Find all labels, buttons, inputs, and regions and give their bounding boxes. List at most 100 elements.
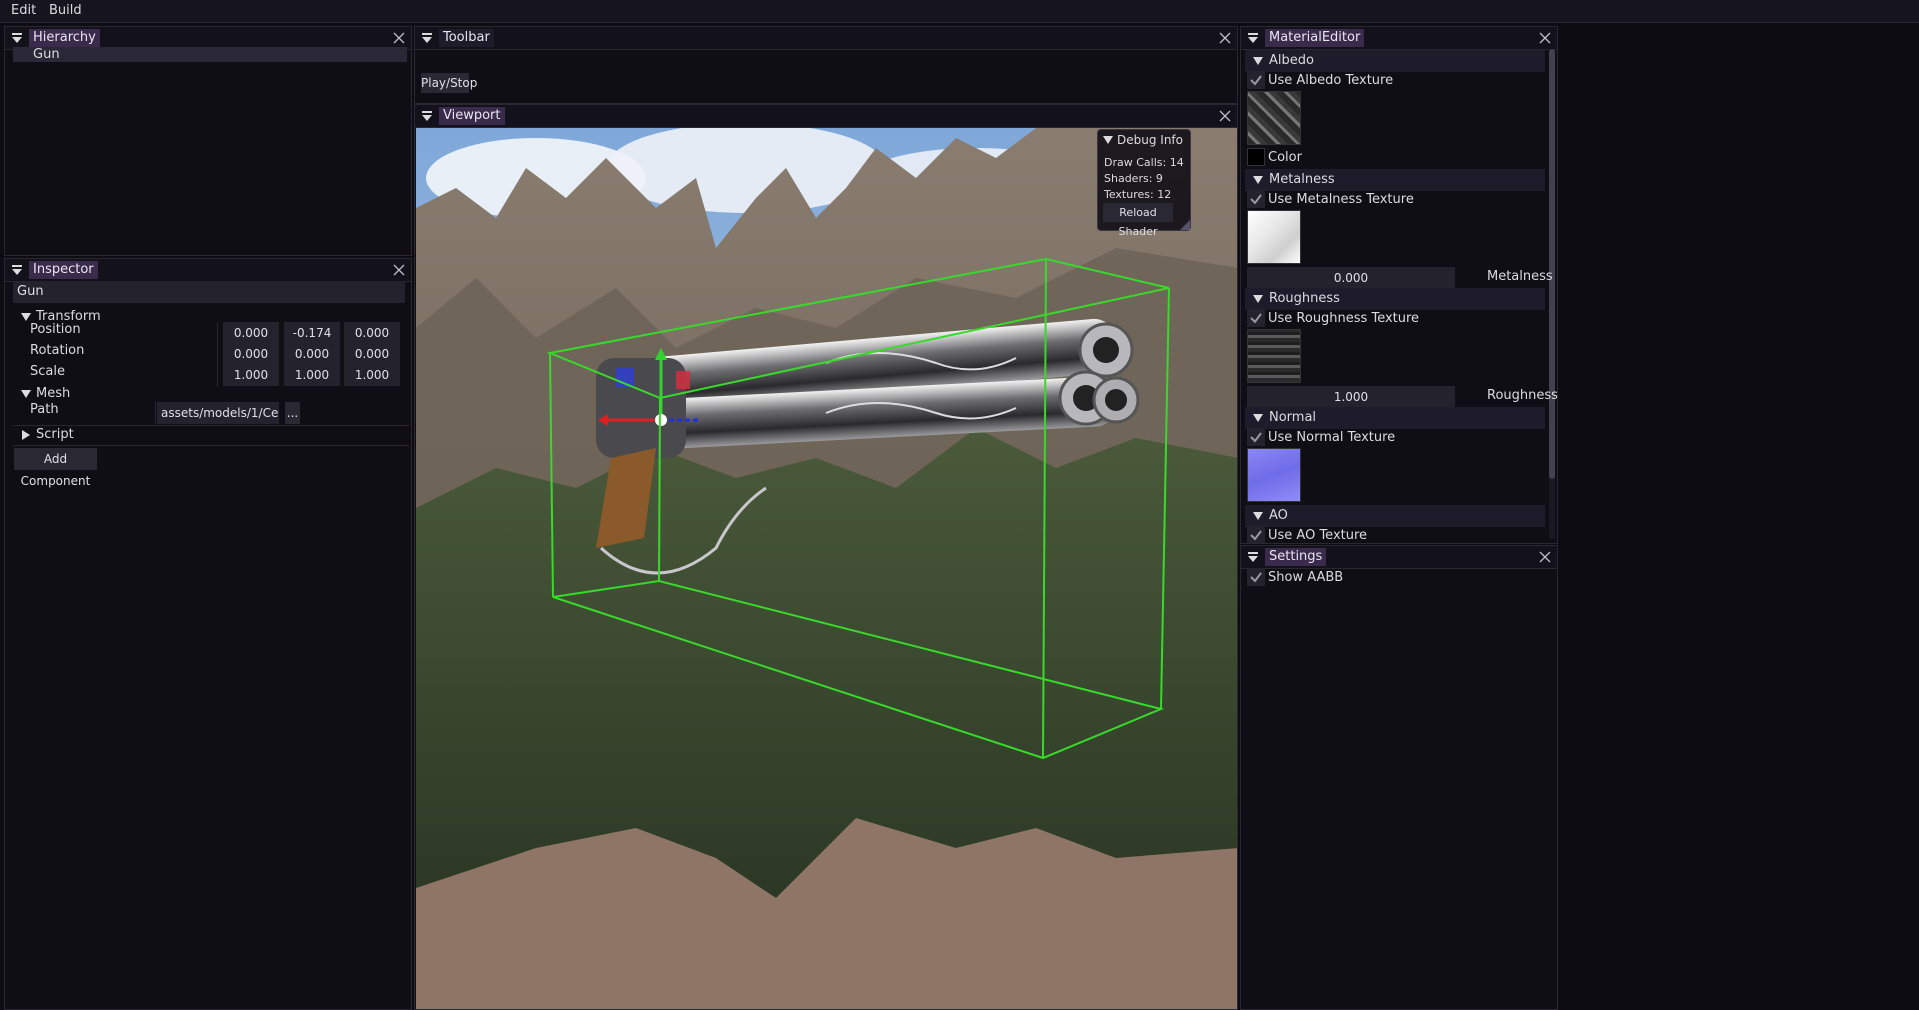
script-header[interactable]: Script bbox=[19, 427, 399, 445]
collapse-icon[interactable] bbox=[421, 110, 433, 122]
checkmark-icon bbox=[1250, 572, 1262, 583]
close-icon[interactable] bbox=[1539, 551, 1551, 563]
albedo-section-header[interactable]: Albedo bbox=[1245, 50, 1545, 72]
expand-arrow-icon bbox=[21, 390, 31, 398]
browse-button[interactable]: ... bbox=[285, 402, 300, 424]
normal-texture-thumbnail[interactable] bbox=[1247, 448, 1301, 502]
use-metalness-texture-label: Use Metalness Texture bbox=[1268, 192, 1414, 207]
checkmark-icon bbox=[1250, 313, 1262, 324]
muzzle bbox=[1105, 389, 1127, 411]
scrollbar-thumb[interactable] bbox=[1549, 49, 1555, 479]
use-normal-texture-checkbox[interactable] bbox=[1247, 428, 1265, 446]
settings-title: Settings bbox=[1265, 548, 1327, 566]
roughness-header-label: Roughness bbox=[1269, 291, 1340, 306]
use-albedo-texture-label: Use Albedo Texture bbox=[1268, 73, 1394, 88]
position-z-field[interactable]: 0.000 bbox=[344, 322, 400, 344]
vertical-scrollbar[interactable] bbox=[1549, 49, 1555, 539]
textures-text: Textures: 12 bbox=[1104, 188, 1172, 201]
inspector-title: Inspector bbox=[29, 261, 98, 279]
roughness-section-header[interactable]: Roughness bbox=[1245, 288, 1545, 310]
settings-panel: Settings Show AABB bbox=[1240, 545, 1558, 1010]
show-aabb-checkbox[interactable] bbox=[1247, 568, 1265, 586]
albedo-color-swatch[interactable] bbox=[1247, 148, 1265, 166]
viewport-title: Viewport bbox=[439, 107, 505, 125]
scale-z-field[interactable]: 1.000 bbox=[344, 364, 400, 386]
shaders-text: Shaders: 9 bbox=[1104, 172, 1163, 185]
metalness-slider[interactable]: 0.000 bbox=[1247, 267, 1455, 289]
rotation-z-field[interactable]: 0.000 bbox=[344, 343, 400, 365]
hierarchy-item-label: Gun bbox=[33, 47, 60, 62]
expand-arrow-icon bbox=[21, 313, 31, 321]
rotation-y-field[interactable]: 0.000 bbox=[284, 343, 340, 365]
checkmark-icon bbox=[1250, 530, 1262, 541]
albedo-color-label: Color bbox=[1268, 150, 1302, 165]
expand-arrow-icon bbox=[1253, 414, 1263, 422]
position-x-field[interactable]: 0.000 bbox=[223, 322, 279, 344]
hierarchy-item-gun[interactable]: Gun bbox=[13, 47, 407, 62]
menu-edit[interactable]: Edit bbox=[11, 3, 36, 18]
collapse-icon[interactable] bbox=[1247, 32, 1259, 44]
expand-arrow-icon bbox=[1253, 57, 1263, 65]
entity-name-input[interactable]: Gun bbox=[13, 281, 405, 303]
debug-info-title: Debug Info bbox=[1117, 133, 1183, 147]
muzzle bbox=[1093, 337, 1119, 363]
close-icon[interactable] bbox=[1539, 32, 1551, 44]
viewport-scene[interactable] bbox=[416, 128, 1238, 1010]
resize-grip[interactable] bbox=[1180, 220, 1190, 230]
scale-x-field[interactable]: 1.000 bbox=[223, 364, 279, 386]
collapse-icon[interactable] bbox=[11, 32, 23, 44]
mesh-label: Mesh bbox=[36, 386, 71, 401]
material-editor-title: MaterialEditor bbox=[1265, 29, 1365, 47]
draw-calls-text: Draw Calls: 14 bbox=[1104, 156, 1184, 169]
close-icon[interactable] bbox=[393, 264, 405, 276]
reload-shader-button[interactable]: Reload Shader bbox=[1103, 203, 1173, 238]
close-icon[interactable] bbox=[393, 32, 405, 44]
close-icon[interactable] bbox=[1219, 110, 1231, 122]
use-roughness-texture-checkbox[interactable] bbox=[1247, 309, 1265, 327]
viewport-titlebar: Viewport bbox=[415, 105, 1237, 128]
collapsed-arrow-icon bbox=[22, 430, 30, 440]
normal-section-header[interactable]: Normal bbox=[1245, 407, 1545, 429]
gun-cylinder bbox=[596, 358, 686, 458]
rotation-x-field[interactable]: 0.000 bbox=[223, 343, 279, 365]
normal-header-label: Normal bbox=[1269, 410, 1317, 425]
use-albedo-texture-checkbox[interactable] bbox=[1247, 71, 1265, 89]
play-stop-button[interactable]: Play/Stop bbox=[421, 73, 477, 93]
column-divider bbox=[155, 401, 156, 423]
separator bbox=[13, 445, 409, 446]
material-editor-panel: MaterialEditor Albedo Use Albedo Texture… bbox=[1240, 26, 1558, 544]
inspector-titlebar: Inspector bbox=[5, 259, 411, 282]
hierarchy-title: Hierarchy bbox=[29, 29, 100, 47]
position-y-field[interactable]: -0.174 bbox=[284, 322, 340, 344]
metalness-section-header[interactable]: Metalness bbox=[1245, 169, 1545, 191]
debug-info-window[interactable]: Debug Info Draw Calls: 14 Shaders: 9 Tex… bbox=[1097, 129, 1191, 238]
metalness-header-label: Metalness bbox=[1269, 172, 1335, 187]
toolbar-titlebar: Toolbar bbox=[415, 27, 1237, 50]
use-metalness-texture-checkbox[interactable] bbox=[1247, 190, 1265, 208]
menu-build[interactable]: Build bbox=[49, 3, 82, 18]
metalness-texture-thumbnail[interactable] bbox=[1247, 210, 1301, 264]
checkmark-icon bbox=[1250, 75, 1262, 86]
ao-section-header[interactable]: AO bbox=[1245, 505, 1545, 527]
use-ao-texture-checkbox[interactable] bbox=[1247, 526, 1265, 543]
mesh-path-input[interactable]: assets/models/1/Cerberus bbox=[157, 402, 279, 424]
scale-y-field[interactable]: 1.000 bbox=[284, 364, 340, 386]
roughness-texture-thumbnail[interactable] bbox=[1247, 329, 1301, 383]
rotation-label: Rotation bbox=[30, 343, 85, 358]
add-component-button[interactable]: Add Component bbox=[14, 448, 97, 488]
metalness-value-label: Metalness bbox=[1487, 269, 1553, 284]
settings-titlebar: Settings bbox=[1241, 546, 1557, 569]
expand-arrow-icon bbox=[1253, 176, 1263, 184]
albedo-texture-thumbnail[interactable] bbox=[1247, 91, 1301, 145]
collapse-icon[interactable] bbox=[1247, 551, 1259, 563]
collapse-icon[interactable] bbox=[421, 32, 433, 44]
roughness-slider[interactable]: 1.000 bbox=[1247, 386, 1455, 408]
expand-arrow-icon[interactable] bbox=[1103, 136, 1113, 144]
material-editor-titlebar: MaterialEditor bbox=[1241, 27, 1557, 50]
scale-label: Scale bbox=[30, 364, 65, 379]
column-divider bbox=[217, 323, 218, 387]
collapse-icon[interactable] bbox=[11, 264, 23, 276]
use-ao-texture-label: Use AO Texture bbox=[1268, 528, 1368, 543]
inspector-panel: Inspector Gun Transform Position 0.000 -… bbox=[4, 258, 412, 1010]
close-icon[interactable] bbox=[1219, 32, 1231, 44]
